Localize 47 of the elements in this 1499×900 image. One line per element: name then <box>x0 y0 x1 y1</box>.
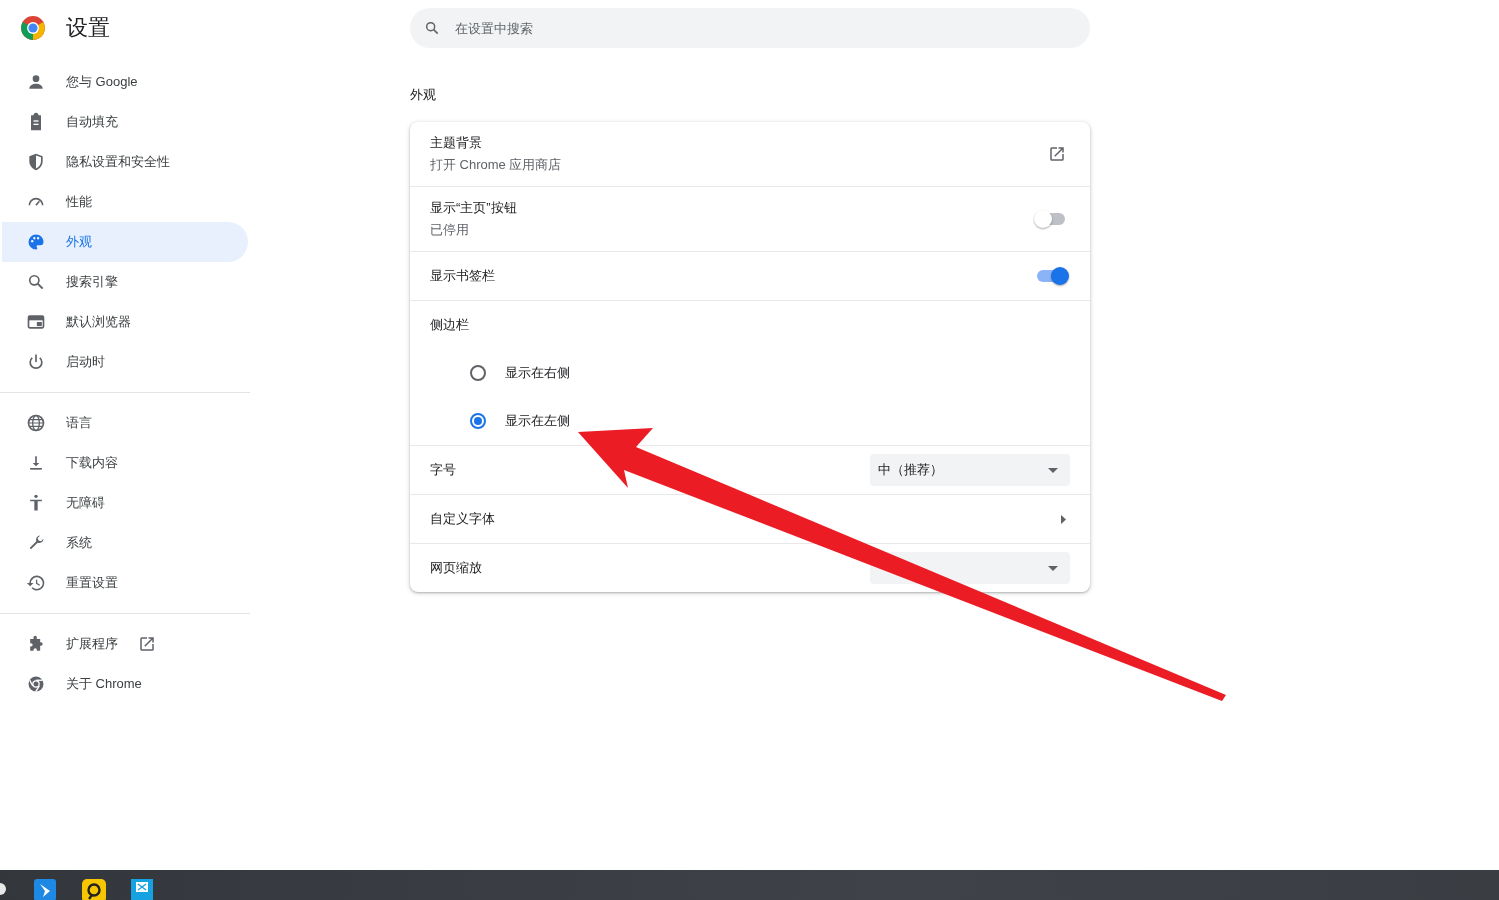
radio-button[interactable] <box>470 413 486 429</box>
setting-title: 侧边栏 <box>430 316 470 334</box>
sidebar-item[interactable]: 外观 <box>2 222 248 262</box>
setting-title: 字号 <box>430 461 456 479</box>
sidebar-item-icon <box>26 232 46 252</box>
setting-title: 主题背景 <box>430 134 483 152</box>
sidebar-item[interactable]: 扩展程序 <box>2 624 250 664</box>
sidebar-item[interactable]: 隐私设置和安全性 <box>2 142 250 182</box>
external-link-icon[interactable] <box>138 635 156 653</box>
sidebar-item-icon <box>26 312 46 332</box>
setting-title: 显示“主页”按钮 <box>430 199 517 217</box>
sidebar-item[interactable]: 重置设置 <box>2 563 250 603</box>
sidebar-item[interactable]: 您与 Google <box>2 62 250 102</box>
chevron-right-icon <box>1061 514 1066 524</box>
sidebar-item[interactable]: 搜索引擎 <box>2 262 250 302</box>
sidebar-item-icon <box>26 72 46 92</box>
sidebar-item[interactable]: 性能 <box>2 182 250 222</box>
sidebar-item[interactable]: 无障碍 <box>2 483 250 523</box>
section-heading: 外观 <box>410 86 437 104</box>
sidebar-item[interactable]: 下载内容 <box>2 443 250 483</box>
radio-button[interactable] <box>470 365 486 381</box>
caret-icon <box>1048 565 1058 571</box>
browser-logo-icon <box>20 15 46 41</box>
setting-title: 显示书签栏 <box>430 267 495 285</box>
setting-subtitle: 打开 Chrome 应用商店 <box>430 156 562 174</box>
sidebar-item[interactable]: 语言 <box>2 403 250 443</box>
setting-title: 网页缩放 <box>430 559 482 577</box>
radio-label: 显示在右侧 <box>505 364 570 382</box>
sidebar-item-icon <box>26 352 46 372</box>
sidebar-item[interactable]: 默认浏览器 <box>2 302 250 342</box>
sidebar-item-icon <box>26 272 46 292</box>
sidebar-item[interactable]: 系统 <box>2 523 250 563</box>
taskbar-app-icon[interactable] <box>82 879 106 900</box>
sidebar-item[interactable]: 关于 Chrome <box>2 664 250 704</box>
sidebar-item[interactable]: 自动填充 <box>2 102 250 142</box>
search-field[interactable]: 在设置中搜索 <box>410 8 1090 48</box>
page-title: 设置 <box>66 14 110 42</box>
sidebar-item-icon <box>26 413 46 433</box>
sidebar-item-icon <box>26 674 46 694</box>
sidebar-item[interactable]: 启动时 <box>2 342 250 382</box>
caret-icon <box>1048 467 1058 473</box>
dropdown-select[interactable]: 中（推荐） <box>870 454 1070 486</box>
radio-label: 显示在左侧 <box>505 412 570 430</box>
sidebar-item-icon <box>26 573 46 593</box>
sidebar-item-icon <box>26 152 46 172</box>
setting-subtitle: 已停用 <box>430 221 470 239</box>
external-link-icon[interactable] <box>1048 145 1066 163</box>
